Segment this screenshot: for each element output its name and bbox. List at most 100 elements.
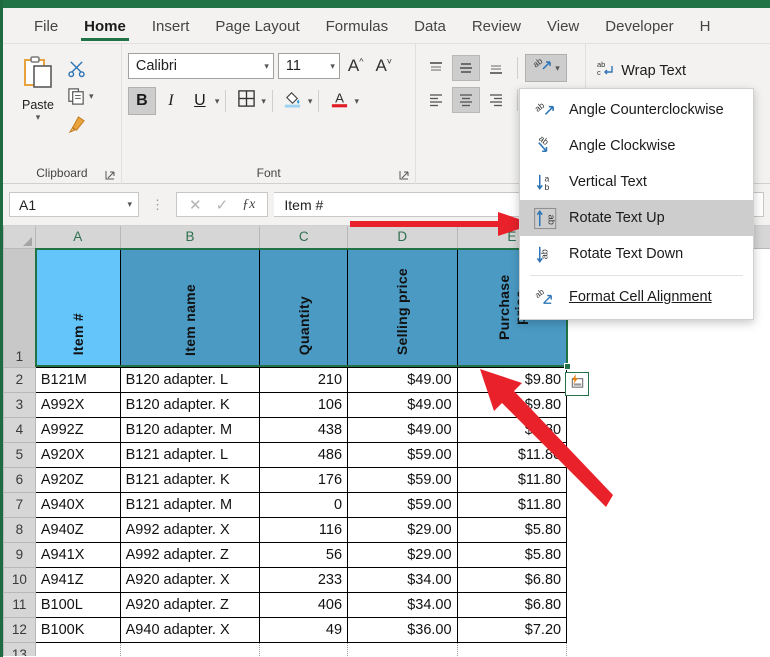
cell-E9[interactable]: $5.80 bbox=[456, 541, 568, 568]
font-dialog-launcher[interactable] bbox=[398, 169, 410, 181]
cell-D12[interactable]: $36.00 bbox=[347, 616, 458, 643]
name-box-chevron-down-icon[interactable]: ▾ bbox=[127, 199, 132, 210]
cell-D13[interactable] bbox=[347, 641, 458, 656]
cell-A3[interactable]: A992X bbox=[34, 391, 121, 418]
cell-c1[interactable]: Quantity bbox=[259, 247, 349, 368]
font-name-chevron-down-icon[interactable]: ▾ bbox=[264, 61, 269, 72]
cell-E11[interactable]: $6.80 bbox=[456, 591, 568, 618]
menu-item-format-cell-alignment[interactable]: ab Format Cell Alignment bbox=[520, 279, 753, 315]
quick-analysis-button[interactable] bbox=[565, 372, 589, 396]
cell-B3[interactable]: B120 adapter. K bbox=[119, 391, 261, 418]
cell-d1[interactable]: Selling price bbox=[347, 247, 458, 368]
cell-A13[interactable] bbox=[34, 641, 121, 656]
font-color-chevron-down-icon[interactable]: ▾ bbox=[354, 96, 359, 107]
row-header-9[interactable]: 9 bbox=[3, 541, 36, 568]
insert-function-icon[interactable]: ƒx bbox=[242, 197, 255, 213]
cell-F13[interactable] bbox=[566, 642, 770, 656]
cell-C11[interactable]: 406 bbox=[259, 591, 349, 618]
formula-bar-menu-icon[interactable]: ⋮ bbox=[145, 198, 170, 211]
ribbon-tabs[interactable]: File Home Insert Page Layout Formulas Da… bbox=[3, 8, 770, 44]
cell-B9[interactable]: A992 adapter. Z bbox=[119, 541, 261, 568]
cell-C2[interactable]: 210 bbox=[259, 366, 349, 393]
cell-B7[interactable]: B121 adapter. M bbox=[119, 491, 261, 518]
column-header-d[interactable]: D bbox=[347, 226, 458, 249]
row-header-5[interactable]: 5 bbox=[3, 441, 36, 468]
cell-D4[interactable]: $49.00 bbox=[347, 416, 458, 443]
font-name-combo[interactable]: Calibri ▾ bbox=[127, 53, 274, 79]
cell-A8[interactable]: A940Z bbox=[34, 516, 121, 543]
orientation-dropdown-menu[interactable]: ab Angle Counterclockwise ab Angle Clock… bbox=[519, 88, 754, 320]
cell-b1[interactable]: Item name bbox=[119, 247, 261, 368]
cell-F11[interactable] bbox=[566, 592, 770, 617]
cell-C3[interactable]: 106 bbox=[259, 391, 349, 418]
tab-insert[interactable]: Insert bbox=[139, 16, 203, 43]
confirm-icon[interactable]: ✓ bbox=[216, 196, 229, 214]
menu-item-angle-clockwise[interactable]: ab Angle Clockwise bbox=[520, 128, 753, 164]
borders-button[interactable] bbox=[232, 87, 260, 115]
cell-F7[interactable] bbox=[566, 492, 770, 517]
cell-F10[interactable] bbox=[566, 567, 770, 592]
row-header-13[interactable]: 13 bbox=[3, 641, 36, 656]
cell-C10[interactable]: 233 bbox=[259, 566, 349, 593]
align-middle-button[interactable] bbox=[452, 55, 481, 81]
cell-E4[interactable]: $9.80 bbox=[456, 416, 568, 443]
cancel-icon[interactable]: ✕ bbox=[189, 196, 202, 214]
cell-F9[interactable] bbox=[566, 542, 770, 567]
cell-B2[interactable]: B120 adapter. L bbox=[119, 366, 261, 393]
row-header-3[interactable]: 3 bbox=[3, 391, 36, 418]
paste-chevron-down-icon[interactable]: ▾ bbox=[36, 112, 41, 123]
cell-D3[interactable]: $49.00 bbox=[347, 391, 458, 418]
cell-E5[interactable]: $11.80 bbox=[456, 441, 568, 468]
font-size-chevron-down-icon[interactable]: ▾ bbox=[330, 61, 335, 72]
row-header-7[interactable]: 7 bbox=[3, 491, 36, 518]
row-header-6[interactable]: 6 bbox=[3, 466, 36, 493]
cell-F6[interactable] bbox=[566, 467, 770, 492]
cell-F3[interactable] bbox=[566, 392, 770, 417]
cut-button[interactable] bbox=[67, 55, 94, 81]
name-box[interactable]: A1 ▾ bbox=[9, 192, 139, 217]
decrease-font-size-button[interactable]: A˅ bbox=[371, 56, 396, 76]
align-center-button[interactable] bbox=[452, 87, 481, 113]
cell-A6[interactable]: A920Z bbox=[34, 466, 121, 493]
column-header-b[interactable]: B bbox=[119, 226, 261, 249]
cell-E6[interactable]: $11.80 bbox=[456, 466, 568, 493]
fill-color-button[interactable] bbox=[279, 87, 307, 115]
cell-E10[interactable]: $6.80 bbox=[456, 566, 568, 593]
menu-item-rotate-text-up[interactable]: ab Rotate Text Up bbox=[520, 200, 753, 236]
tab-file[interactable]: File bbox=[21, 16, 71, 43]
row-header-2[interactable]: 2 bbox=[3, 366, 36, 393]
cell-A10[interactable]: A941Z bbox=[34, 566, 121, 593]
tab-review[interactable]: Review bbox=[459, 16, 534, 43]
cell-B13[interactable] bbox=[119, 641, 261, 656]
font-color-button[interactable]: A bbox=[325, 87, 353, 115]
cell-D2[interactable]: $49.00 bbox=[347, 366, 458, 393]
row-header-11[interactable]: 11 bbox=[3, 591, 36, 618]
tab-formulas[interactable]: Formulas bbox=[313, 16, 402, 43]
copy-chevron-down-icon[interactable]: ▾ bbox=[89, 91, 94, 102]
format-painter-button[interactable] bbox=[67, 111, 94, 137]
cell-E2[interactable]: $9.80 bbox=[456, 366, 568, 393]
cell-A4[interactable]: A992Z bbox=[34, 416, 121, 443]
menu-item-vertical-text[interactable]: a b Vertical Text bbox=[520, 164, 753, 200]
column-header-c[interactable]: C bbox=[259, 226, 349, 249]
cell-B4[interactable]: B120 adapter. M bbox=[119, 416, 261, 443]
cell-A7[interactable]: A940X bbox=[34, 491, 121, 518]
cell-A2[interactable]: B121M bbox=[34, 366, 121, 393]
cell-F2[interactable] bbox=[566, 367, 770, 392]
orientation-chevron-down-icon[interactable]: ▾ bbox=[555, 63, 560, 74]
cell-C7[interactable]: 0 bbox=[259, 491, 349, 518]
align-bottom-button[interactable] bbox=[482, 55, 510, 81]
cell-E12[interactable]: $7.20 bbox=[456, 616, 568, 643]
cell-D8[interactable]: $29.00 bbox=[347, 516, 458, 543]
wrap-text-button[interactable]: ab c Wrap Text bbox=[592, 56, 764, 86]
cell-B11[interactable]: A920 adapter. Z bbox=[119, 591, 261, 618]
cell-A11[interactable]: B100L bbox=[34, 591, 121, 618]
clipboard-dialog-launcher[interactable] bbox=[104, 169, 116, 181]
cell-B8[interactable]: A992 adapter. X bbox=[119, 516, 261, 543]
cell-F12[interactable] bbox=[566, 617, 770, 642]
cell-B12[interactable]: A940 adapter. X bbox=[119, 616, 261, 643]
cell-D5[interactable]: $59.00 bbox=[347, 441, 458, 468]
row-header-1[interactable]: 1 bbox=[3, 247, 36, 368]
row-header-12[interactable]: 12 bbox=[3, 616, 36, 643]
tab-data[interactable]: Data bbox=[401, 16, 459, 43]
